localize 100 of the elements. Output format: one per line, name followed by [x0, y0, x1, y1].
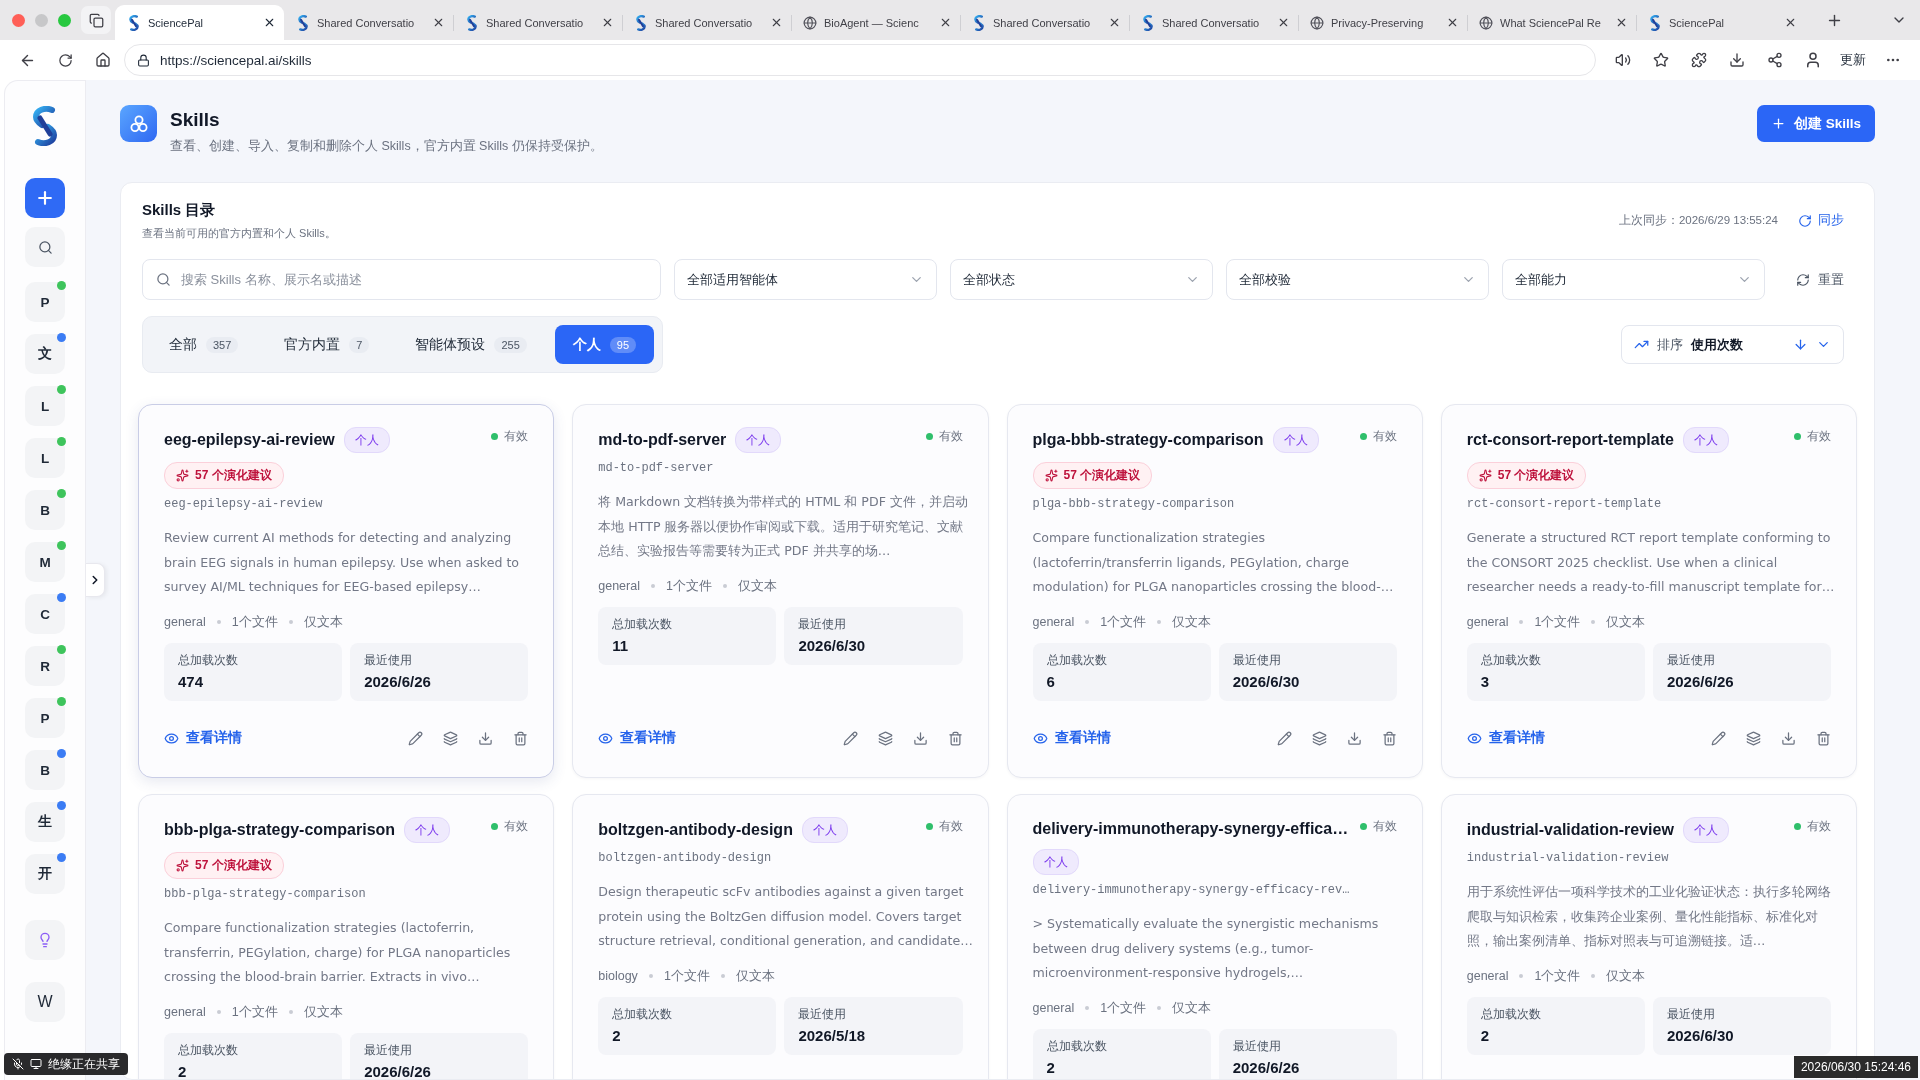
reload-icon[interactable]	[57, 52, 73, 68]
sidebar-item[interactable]: P	[25, 282, 65, 322]
close-icon[interactable]	[1277, 16, 1290, 29]
sidebar-item[interactable]: R	[25, 646, 65, 686]
search-field[interactable]: 搜索 Skills 名称、展示名或描述	[142, 259, 661, 300]
filter-dropdown[interactable]: 全部适用智能体	[674, 259, 937, 300]
stat-value: 2	[1046, 1058, 1056, 1077]
create-skill-button[interactable]: 创建 Skills	[1756, 105, 1875, 142]
star-icon[interactable]	[1653, 52, 1669, 68]
pencil-icon[interactable]	[842, 730, 858, 746]
download-icon[interactable]	[1346, 730, 1362, 746]
layers-icon[interactable]	[1311, 730, 1327, 746]
close-icon[interactable]	[432, 16, 445, 29]
speaker-icon[interactable]	[1615, 52, 1631, 68]
download-icon[interactable]	[1781, 730, 1796, 746]
layers-icon[interactable]	[877, 730, 893, 746]
close-window-icon[interactable]	[12, 13, 25, 27]
browser-tab[interactable]: Privacy-Preserving	[1298, 5, 1467, 40]
close-icon[interactable]	[770, 16, 783, 29]
pencil-icon[interactable]	[1276, 730, 1292, 746]
address-field[interactable]: https://sciencepal.ai/skills	[124, 44, 1596, 76]
account-button[interactable]: W	[25, 982, 65, 1022]
sidebar-item[interactable]: P	[25, 698, 65, 738]
sidebar-item[interactable]: 文	[25, 334, 65, 374]
arrow-down-icon[interactable]	[1793, 337, 1808, 352]
suggestions-badge[interactable]: 57 个演化建议	[164, 852, 284, 879]
close-icon[interactable]	[263, 16, 276, 29]
status-dot-icon	[1794, 823, 1801, 830]
trash-icon[interactable]	[947, 730, 963, 746]
browser-tab[interactable]: Shared Conversatio	[1129, 5, 1298, 40]
skill-card[interactable]	[1006, 794, 1423, 1079]
copy-icon[interactable]	[81, 6, 111, 34]
filter-tab[interactable]: 官方内置 7	[266, 325, 388, 364]
browser-tab[interactable]: What SciencePal Re	[1467, 5, 1636, 40]
puzzle-icon[interactable]	[1691, 52, 1707, 68]
filter-tab[interactable]: 全部 357	[151, 325, 257, 364]
browser-tab[interactable]: SciencePal	[1636, 5, 1805, 40]
filter-dropdown[interactable]: 全部状态	[950, 259, 1213, 300]
view-details-link[interactable]: 查看详情	[1032, 729, 1111, 747]
close-icon[interactable]	[1615, 16, 1628, 29]
sidebar-item[interactable]: 生	[25, 802, 65, 842]
browser-tab[interactable]: Shared Conversatio	[284, 5, 453, 40]
skill-card[interactable]	[572, 794, 989, 1079]
close-icon[interactable]	[1446, 16, 1459, 29]
sync-button[interactable]: 同步	[1798, 212, 1844, 229]
sidebar-item[interactable]: L	[25, 438, 65, 478]
suggestions-badge[interactable]: 57 个演化建议	[1032, 462, 1153, 489]
close-icon[interactable]	[1108, 16, 1121, 29]
view-details-link[interactable]: 查看详情	[598, 729, 677, 747]
view-details-link[interactable]: 查看详情	[1466, 729, 1545, 747]
filter-tab[interactable]: 智能体预设 255	[397, 325, 545, 364]
browser-tab[interactable]: Shared Conversatio	[960, 5, 1129, 40]
sidebar-item[interactable]: B	[25, 490, 65, 530]
filter-dropdown[interactable]: 全部能力	[1502, 259, 1765, 300]
expand-sidebar-button[interactable]	[86, 563, 105, 597]
download-icon[interactable]	[478, 730, 494, 746]
trash-icon[interactable]	[1381, 730, 1397, 746]
avatar-icon[interactable]	[1804, 51, 1822, 69]
trash-icon[interactable]	[1816, 730, 1831, 746]
download-icon[interactable]	[1729, 52, 1745, 68]
suggestions-badge[interactable]: 57 个演化建议	[1466, 462, 1587, 489]
skill-card[interactable]: md-to-pdf-server 个人 有效 md-to-pdf-server 将 Markdown 文档转换为带样式的 HTML 和 PDF 文件，并启动本地 HTTP 服务器以便协作审阅或下载。适用于研究笔记、文献总结、实验报告等需要转为正式 PDF 并共享的场… general 1个文件 仅文本 总加载次数 11 最近使用 2026/6/30 查看详情	[572, 404, 989, 778]
close-icon[interactable]	[601, 16, 614, 29]
update-button[interactable]: 更新	[1834, 51, 1872, 69]
skill-card[interactable]	[138, 794, 555, 1079]
sidebar-item[interactable]: B	[25, 750, 65, 790]
filter-tab[interactable]: 个人 95	[554, 325, 655, 364]
reset-button[interactable]: 重置	[1796, 270, 1844, 289]
filter-dropdown[interactable]: 全部校验	[1226, 259, 1489, 300]
view-details-link[interactable]: 查看详情	[164, 729, 242, 747]
trash-icon[interactable]	[513, 730, 529, 746]
pencil-icon[interactable]	[408, 730, 424, 746]
pencil-icon[interactable]	[1711, 730, 1726, 746]
lock-icon[interactable]	[137, 53, 150, 67]
suggestions-badge[interactable]: 57 个演化建议	[164, 462, 284, 489]
sidebar-item[interactable]: M	[25, 542, 65, 582]
meta-text: 1个文件	[1534, 613, 1581, 631]
sidebar-item[interactable]: C	[25, 594, 65, 634]
sidebar-item[interactable]: 开	[25, 854, 65, 894]
search-button[interactable]	[25, 227, 65, 267]
assistant-button[interactable]	[25, 920, 65, 960]
share-icon[interactable]	[1767, 52, 1783, 68]
close-icon[interactable]	[939, 16, 952, 29]
stat-label: 最近使用	[364, 1042, 414, 1057]
screen-share-bar[interactable]: 绝缘正在共享	[4, 1053, 128, 1075]
new-button[interactable]	[25, 178, 65, 218]
browser-tab[interactable]: Shared Conversatio	[453, 5, 622, 40]
sidebar-item[interactable]: L	[25, 386, 65, 426]
home-icon[interactable]	[95, 52, 111, 68]
browser-tab[interactable]: BioAgent — Scienc	[791, 5, 960, 40]
layers-icon[interactable]	[443, 730, 459, 746]
browser-tab[interactable]: SciencePal	[115, 5, 284, 40]
download-icon[interactable]	[912, 730, 928, 746]
sort-dropdown[interactable]: 排序 使用次数	[1621, 325, 1844, 364]
skill-card[interactable]	[1006, 404, 1423, 778]
browser-tab[interactable]: Shared Conversatio	[622, 5, 791, 40]
skill-card[interactable]	[138, 404, 555, 778]
skill-card[interactable]	[1440, 404, 1857, 778]
close-icon[interactable]	[1784, 16, 1797, 29]
layers-icon[interactable]	[1746, 730, 1761, 746]
